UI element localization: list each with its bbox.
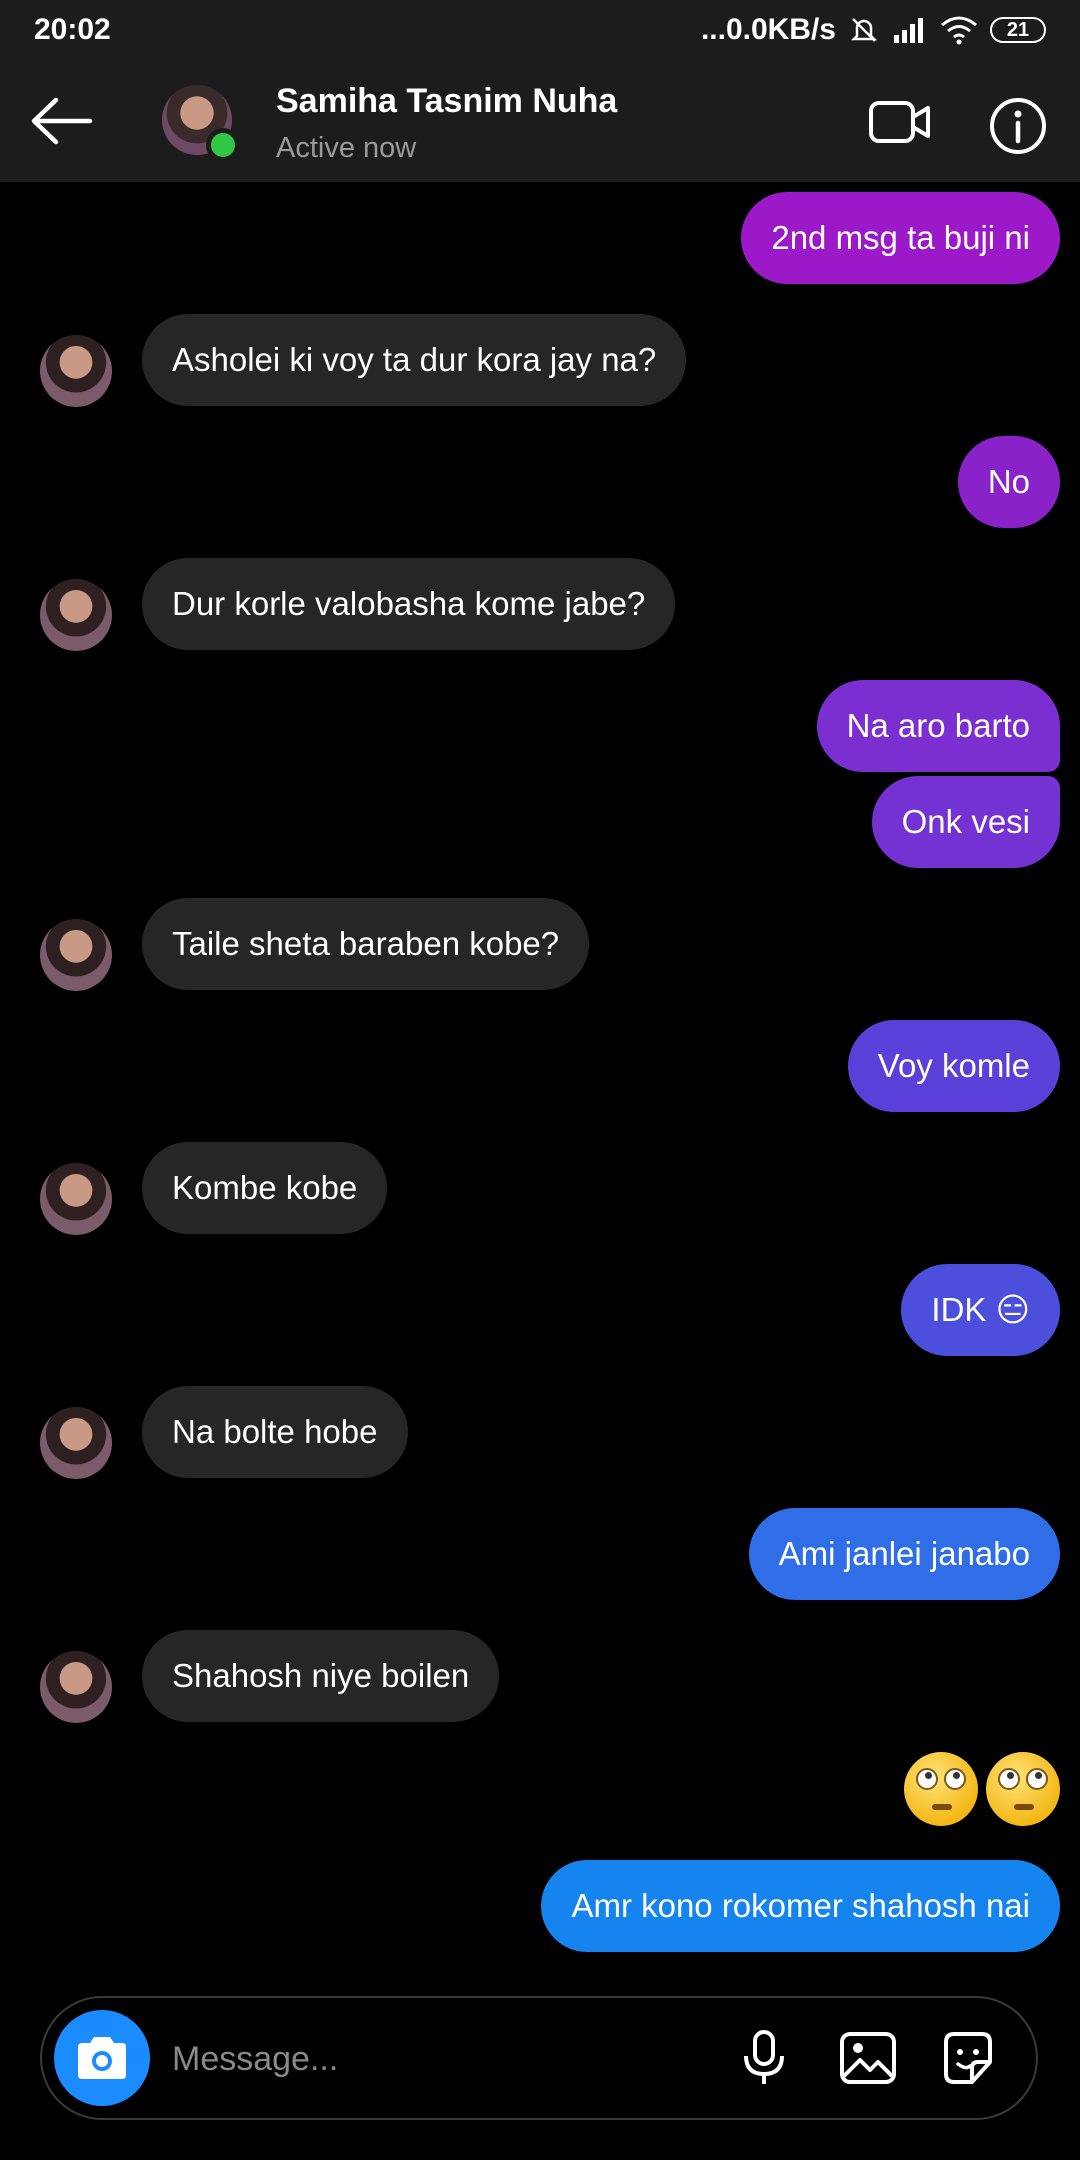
emoji-message[interactable] [904,1752,1060,1826]
contact-name[interactable]: Samiha Tasnim Nuha [276,82,617,121]
sticker-icon[interactable] [938,2028,998,2088]
sender-avatar[interactable] [40,579,112,651]
outgoing-message[interactable]: Voy komle [847,1020,1060,1112]
outgoing-message[interactable]: Ami janlei janabo [748,1508,1060,1600]
gallery-icon[interactable] [838,2028,898,2088]
status-indicators: ...0.0KB/s 21 [701,13,1046,47]
incoming-message[interactable]: Asholei ki voy ta dur kora jay na? [142,314,687,406]
signal-icon [894,18,923,43]
status-bar: 20:02 ...0.0KB/s 21 [0,0,1080,60]
rolling-eyes-emoji-icon [986,1752,1060,1826]
incoming-message[interactable]: Na bolte hobe [142,1386,408,1478]
mute-icon [850,18,878,42]
back-arrow-icon[interactable] [28,96,94,146]
wifi-icon [941,16,977,45]
battery-indicator: 21 [990,17,1046,43]
outgoing-message[interactable]: 2nd msg ta buji ni [741,192,1060,284]
sender-avatar[interactable] [40,335,112,407]
sender-avatar[interactable] [40,1163,112,1235]
sender-avatar[interactable] [40,919,112,991]
message-input[interactable] [170,2030,734,2088]
sender-avatar[interactable] [40,1651,112,1723]
camera-button[interactable] [54,2010,150,2106]
incoming-message[interactable]: Dur korle valobasha kome jabe? [142,558,676,650]
outgoing-message[interactable]: IDK 😑 [901,1264,1060,1356]
incoming-message[interactable]: Taile sheta baraben kobe? [142,898,590,990]
online-status-dot [206,128,240,162]
outgoing-message[interactable]: Amr kono rokomer shahosh nai [541,1860,1060,1952]
outgoing-message[interactable]: Na aro barto [816,680,1060,772]
sender-avatar[interactable] [40,1407,112,1479]
message-composer [40,1996,1038,2120]
video-call-icon[interactable] [868,98,932,146]
outgoing-message[interactable]: Onk vesi [871,776,1060,868]
info-icon[interactable] [988,96,1048,156]
camera-icon [78,2037,126,2079]
network-speed: ...0.0KB/s [700,13,836,46]
incoming-message[interactable]: Shahosh niye boilen [142,1630,500,1722]
status-time: 20:02 [34,13,111,46]
chat-header: Samiha Tasnim Nuha Active now [0,60,1080,182]
outgoing-message[interactable]: No [957,436,1060,528]
microphone-icon[interactable] [734,2028,794,2088]
rolling-eyes-emoji-icon [904,1752,978,1826]
contact-active-status: Active now [276,132,417,164]
incoming-message[interactable]: Kombe kobe [142,1142,388,1234]
